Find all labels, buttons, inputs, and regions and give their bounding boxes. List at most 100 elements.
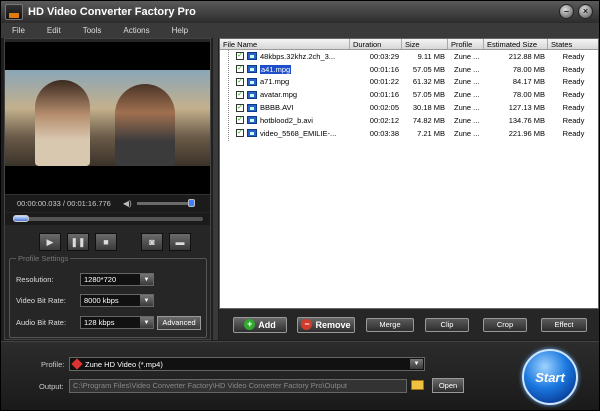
output-bar: Profile: Zune HD Video (*.mp4) ▼ Output:… <box>1 341 599 410</box>
chevron-down-icon[interactable]: ▼ <box>140 295 153 306</box>
table-row[interactable]: ✓ hotblood2_b.avi 00:02:12 74.82 MB Zune ...… <box>220 114 598 127</box>
video-bitrate-label: Video Bit Rate: <box>16 296 66 305</box>
file-name: avatar.mpg <box>260 90 298 100</box>
open-folder-button[interactable]: ▬ <box>169 233 191 251</box>
crop-button[interactable]: Crop <box>483 317 527 332</box>
preview-figure <box>115 84 175 166</box>
file-list: File Name Duration Size Profile Estimate… <box>219 38 599 309</box>
column-header-size[interactable]: Size <box>402 39 448 49</box>
column-header-profile[interactable]: Profile <box>448 39 484 49</box>
chevron-down-icon[interactable]: ▼ <box>140 274 153 285</box>
chevron-down-icon[interactable]: ▼ <box>140 317 153 328</box>
table-row[interactable]: ✓ a71.mpg 00:01:22 61.32 MB Zune ... 84.17 MB… <box>220 76 598 89</box>
volume-icon[interactable]: ◀) <box>123 199 132 208</box>
clip-button[interactable]: Clip <box>425 317 469 332</box>
table-row[interactable]: ✓ a41.mpg 00:01:16 57.05 MB Zune ... 78.00 MB… <box>220 63 598 76</box>
preview-frame <box>5 70 210 166</box>
column-header-states[interactable]: States <box>548 39 598 49</box>
merge-button[interactable]: Merge <box>366 317 414 332</box>
zune-icon <box>71 358 83 370</box>
play-icon: ▶ <box>46 236 54 247</box>
checkbox[interactable]: ✓ <box>236 65 244 74</box>
menu-edit[interactable]: Edit <box>36 26 72 35</box>
checkbox[interactable]: ✓ <box>236 129 244 138</box>
app-logo-icon <box>5 4 23 20</box>
video-file-icon <box>247 116 257 125</box>
video-file-icon <box>247 90 257 99</box>
pause-icon: ❚❚ <box>70 236 86 247</box>
table-row[interactable]: ✓ 48kbps.32khz.2ch_3... 00:03:29 9.11 MB Zun… <box>220 50 598 63</box>
panel-splitter[interactable] <box>213 38 218 340</box>
profile-cell: Zune ... <box>454 115 480 125</box>
video-bitrate-select[interactable]: 8000 kbps ▼ <box>80 294 154 307</box>
checkbox[interactable]: ✓ <box>236 116 244 125</box>
audio-bitrate-select[interactable]: 128 kbps ▼ <box>80 316 154 329</box>
file-name: 48kbps.32khz.2ch_3... <box>260 51 336 61</box>
chevron-down-icon[interactable]: ▼ <box>410 359 423 369</box>
video-file-icon <box>247 129 257 138</box>
menu-tools[interactable]: Tools <box>72 26 113 35</box>
audio-bitrate-label: Audio Bit Rate: <box>16 318 67 327</box>
estimated-size-cell: 84.17 MB <box>512 77 545 87</box>
output-path-field[interactable]: C:\Program Files\Video Converter Factory… <box>69 379 407 393</box>
size-cell: 7.21 MB <box>417 128 445 138</box>
preview-figure <box>35 80 90 166</box>
file-name-cell: ✓ a71.mpg <box>220 77 350 86</box>
folder-icon[interactable] <box>411 380 424 390</box>
plus-icon: + <box>244 319 256 330</box>
column-header-duration[interactable]: Duration <box>350 39 402 49</box>
state-cell: Ready <box>562 103 585 113</box>
checkbox[interactable]: ✓ <box>236 103 244 112</box>
minimize-button[interactable]: – <box>559 4 574 19</box>
advanced-button[interactable]: Advanced <box>157 316 201 330</box>
remove-button[interactable]: − Remove <box>297 316 355 333</box>
estimated-size-cell: 127.13 MB <box>508 103 545 113</box>
seek-handle[interactable] <box>13 215 29 222</box>
column-header-estimated-size[interactable]: Estimated Size <box>484 39 548 49</box>
add-button[interactable]: + Add <box>233 316 287 333</box>
close-button[interactable]: × <box>578 4 593 19</box>
file-name: hotblood2_b.avi <box>260 115 313 125</box>
column-header-file-name[interactable]: File Name <box>220 39 350 49</box>
resolution-label: Resolution: <box>16 275 54 284</box>
profile-cell: Zune ... <box>454 64 480 74</box>
menu-help[interactable]: Help <box>161 26 199 35</box>
snapshot-button[interactable]: ◙ <box>141 233 163 251</box>
menu-actions[interactable]: Actions <box>112 26 160 35</box>
checkbox[interactable]: ✓ <box>236 52 244 61</box>
duration-cell: 00:03:38 <box>369 128 399 138</box>
file-name: a41.mpg <box>260 64 292 74</box>
table-row[interactable]: ✓ BBBB.AVI 00:02:05 30.18 MB Zune ... 127.13 … <box>220 101 598 114</box>
open-button[interactable]: Open <box>432 378 464 393</box>
volume-slider-handle[interactable] <box>187 199 195 207</box>
file-name: a71.mpg <box>260 77 290 87</box>
checkbox[interactable]: ✓ <box>236 77 244 86</box>
video-file-icon <box>247 65 257 74</box>
duration-cell: 00:02:12 <box>369 115 399 125</box>
profile-settings-group: Profile Settings Resolution: 1280*720 ▼ … <box>9 254 207 338</box>
profile-settings-title: Profile Settings <box>16 254 71 263</box>
profile-value: Zune HD Video (*.mp4) <box>85 359 163 369</box>
estimated-size-cell: 78.00 MB <box>512 90 545 100</box>
minus-icon: − <box>301 319 313 330</box>
effect-button[interactable]: Effect <box>541 317 587 332</box>
profile-cell: Zune ... <box>454 77 480 87</box>
seek-track[interactable] <box>13 217 203 221</box>
menu-file[interactable]: File <box>1 26 36 35</box>
title-bar: HD Video Converter Factory Pro – × <box>1 1 599 23</box>
estimated-size-cell: 134.76 MB <box>508 115 545 125</box>
remove-label: Remove <box>315 319 351 330</box>
stop-button[interactable]: ■ <box>95 233 117 251</box>
play-button[interactable]: ▶ <box>39 233 61 251</box>
pause-button[interactable]: ❚❚ <box>67 233 89 251</box>
volume-slider[interactable] <box>136 199 195 207</box>
table-row[interactable]: ✓ avatar.mpg 00:01:16 57.05 MB Zune ... 78.00… <box>220 88 598 101</box>
resolution-select[interactable]: 1280*720 ▼ <box>80 273 154 286</box>
profile-select[interactable]: Zune HD Video (*.mp4) ▼ <box>69 357 425 371</box>
time-bar: 00:00:00.033 / 00:01:16.776 ◀) <box>5 194 210 212</box>
table-row[interactable]: ✓ video_5568_EMILIE-... 00:03:38 7.21 MB Zun… <box>220 127 598 140</box>
start-button[interactable]: Start <box>522 349 578 405</box>
state-cell: Ready <box>562 90 585 100</box>
action-bar: + Add − Remove Merge Clip Crop Effect <box>219 309 599 340</box>
checkbox[interactable]: ✓ <box>236 90 244 99</box>
